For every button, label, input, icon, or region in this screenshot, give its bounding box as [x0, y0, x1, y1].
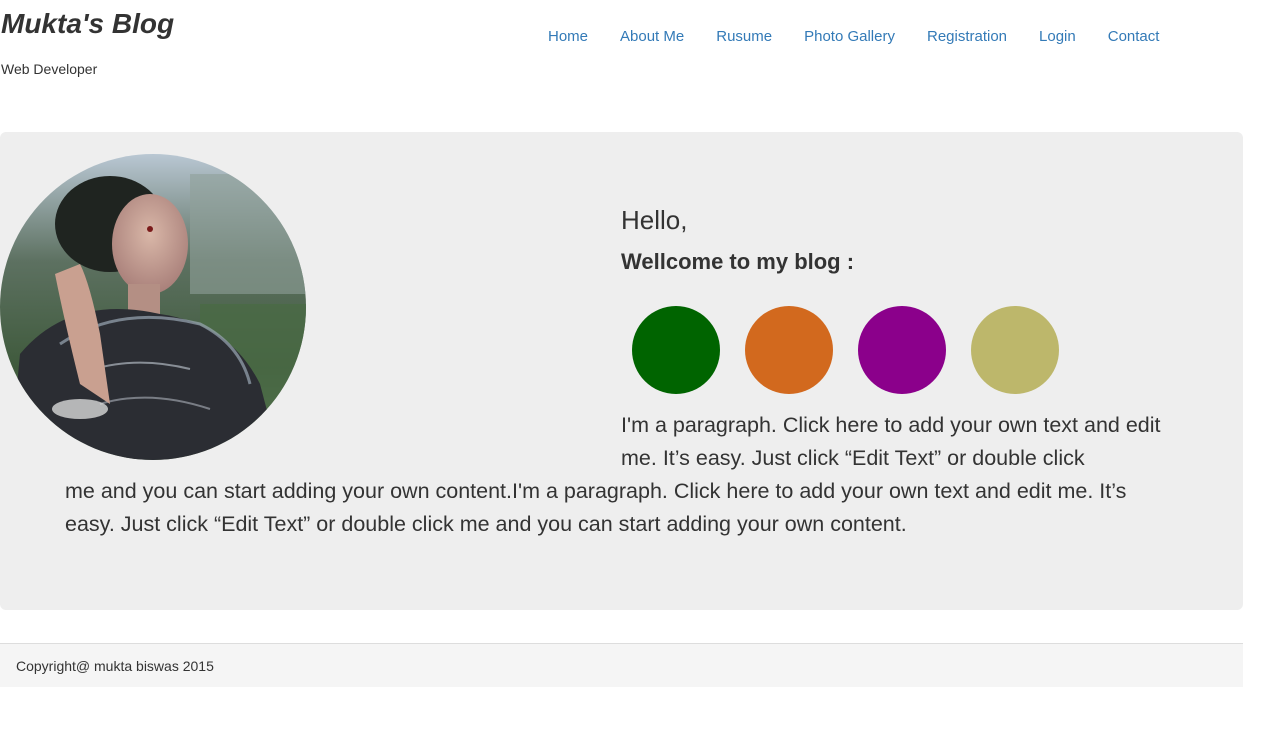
main-nav: Home About Me Rusume Photo Gallery Regis…: [532, 27, 1175, 47]
footer-copyright: Copyright@ mukta biswas 2015: [16, 658, 214, 674]
nav-item-photo-gallery: Photo Gallery: [788, 27, 911, 47]
nav-link-contact[interactable]: Contact: [1092, 27, 1176, 47]
nav-link-home[interactable]: Home: [532, 27, 604, 47]
nav-link-photo-gallery[interactable]: Photo Gallery: [788, 27, 911, 47]
nav-item-login: Login: [1023, 27, 1092, 47]
nav-link-resume[interactable]: Rusume: [700, 27, 788, 47]
nav-item-registration: Registration: [911, 27, 1023, 47]
hero-greeting: Hello,: [621, 205, 688, 235]
nav-item-resume: Rusume: [700, 27, 788, 47]
hero-welcome-heading: Wellcome to my blog :: [621, 249, 855, 274]
nav-link-about-me[interactable]: About Me: [604, 27, 700, 47]
site-title: Mukta's Blog: [1, 8, 175, 39]
nav-link-login[interactable]: Login: [1023, 27, 1092, 47]
nav-item-about-me: About Me: [604, 27, 700, 47]
site-tagline: Web Developer: [1, 61, 98, 77]
footer: Copyright@ mukta biswas 2015: [0, 643, 1243, 687]
paragraph-float-spacer: [0, 409, 621, 475]
color-dot-purple: [858, 306, 946, 394]
hero-paragraph: I'm a paragraph. Click here to add your …: [0, 409, 1175, 541]
nav-item-contact: Contact: [1092, 27, 1176, 47]
nav-link-registration[interactable]: Registration: [911, 27, 1023, 47]
color-dot-orange: [745, 306, 833, 394]
paragraph-continued: me and you can start adding your own con…: [65, 479, 1127, 536]
color-dot-khaki: [971, 306, 1059, 394]
color-dot-green: [632, 306, 720, 394]
paragraph-line-1: I'm a paragraph. Click here to add your …: [621, 413, 1161, 470]
hero-section: Hello, Wellcome to my blog : I'm a parag…: [0, 132, 1243, 610]
nav-item-home: Home: [532, 27, 604, 47]
color-dots: [632, 306, 1084, 394]
